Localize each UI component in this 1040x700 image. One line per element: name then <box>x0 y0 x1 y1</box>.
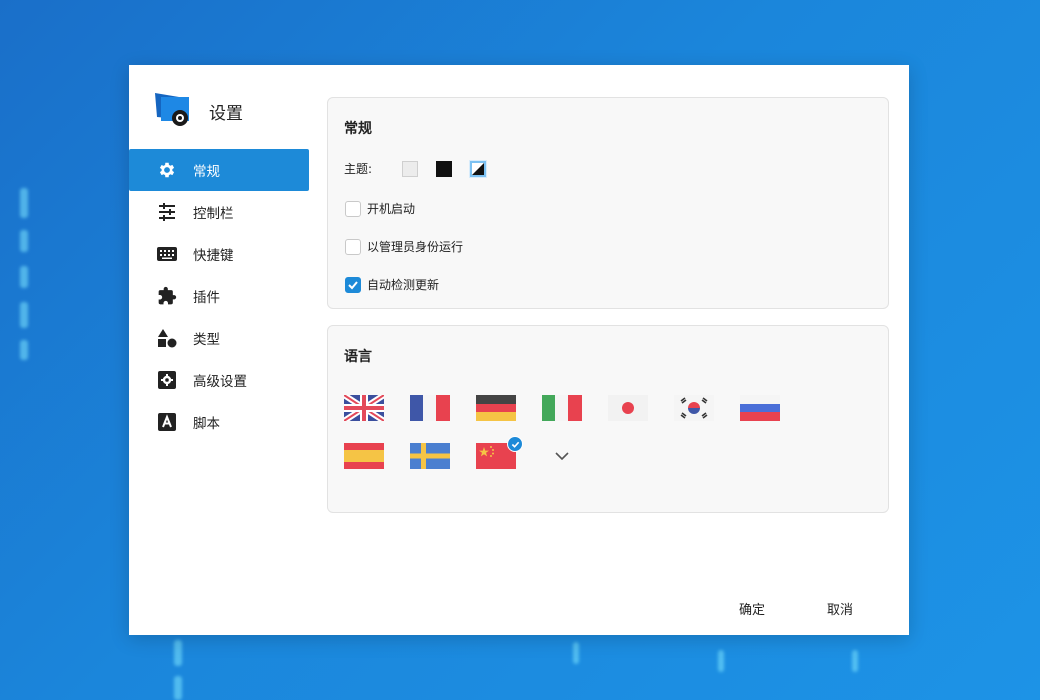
language-panel: 语言 <box>327 325 889 513</box>
flag-japan[interactable] <box>608 395 648 421</box>
settings-dialog: 设置 常规 控制栏 快捷键 插件 类型 高级设置 脚本 常规 主题: 开机启动 … <box>129 65 909 635</box>
background-glow <box>852 650 858 672</box>
sidebar-item-control-bar[interactable]: 控制栏 <box>129 191 309 233</box>
sidebar-item-label: 快捷键 <box>193 248 234 264</box>
more-languages-button[interactable] <box>542 443 582 469</box>
background-glow <box>573 642 579 664</box>
sidebar-item-label: 控制栏 <box>193 206 234 222</box>
sliders-icon <box>157 202 177 222</box>
shapes-icon <box>157 328 177 348</box>
sidebar-item-label: 常规 <box>193 164 220 180</box>
flag-korea[interactable] <box>674 395 714 421</box>
theme-row: 主题: <box>344 160 487 177</box>
checkmark-icon <box>348 280 358 289</box>
background-glow <box>20 266 28 288</box>
flag-france[interactable] <box>410 395 450 421</box>
background-glow <box>20 230 28 252</box>
sidebar-item-general[interactable]: 常规 <box>129 149 309 191</box>
general-panel: 常规 主题: 开机启动 以管理员身份运行 自动检测更新 <box>327 97 889 309</box>
puzzle-icon <box>157 286 177 306</box>
background-glow <box>20 188 28 218</box>
option-run-as-admin[interactable]: 以管理员身份运行 <box>345 238 463 255</box>
option-auto-update[interactable]: 自动检测更新 <box>345 276 439 293</box>
sidebar-item-shortcuts[interactable]: 快捷键 <box>129 233 309 275</box>
option-label: 以管理员身份运行 <box>367 240 464 254</box>
sidebar-item-label: 插件 <box>193 290 220 306</box>
sidebar-item-label: 高级设置 <box>193 374 247 390</box>
flag-china[interactable] <box>476 436 523 469</box>
selected-check-icon <box>507 436 523 452</box>
general-title: 常规 <box>344 121 372 137</box>
background-glow <box>718 650 724 672</box>
background-glow <box>20 302 28 328</box>
option-label: 开机启动 <box>367 202 416 216</box>
page-title: 设置 <box>209 103 243 124</box>
flag-russia[interactable] <box>740 395 780 421</box>
sidebar-item-scripts[interactable]: 脚本 <box>129 401 309 443</box>
option-label: 自动检测更新 <box>367 278 440 292</box>
cancel-button[interactable]: 取消 <box>827 599 853 618</box>
sidebar-item-label: 脚本 <box>193 416 220 432</box>
flag-sweden[interactable] <box>410 443 450 469</box>
flag-germany[interactable] <box>476 395 516 421</box>
theme-auto-swatch[interactable] <box>470 160 487 177</box>
gear-icon <box>157 160 177 180</box>
app-logo-icon <box>153 91 193 131</box>
language-title: 语言 <box>344 349 372 365</box>
auto-update-checkbox[interactable] <box>345 276 361 293</box>
option-autostart[interactable]: 开机启动 <box>345 200 415 217</box>
background-glow <box>174 676 182 700</box>
sidebar-item-types[interactable]: 类型 <box>129 317 309 359</box>
flag-spain[interactable] <box>344 443 384 469</box>
flag-grid <box>344 395 806 491</box>
sidebar-item-advanced[interactable]: 高级设置 <box>129 359 309 401</box>
flag-uk[interactable] <box>344 395 384 421</box>
run-as-admin-checkbox[interactable] <box>345 238 361 255</box>
sidebar-item-plugins[interactable]: 插件 <box>129 275 309 317</box>
keyboard-icon <box>157 244 177 264</box>
sidebar-nav: 常规 控制栏 快捷键 插件 类型 高级设置 脚本 <box>129 149 309 443</box>
ok-button[interactable]: 确定 <box>739 599 765 618</box>
autostart-checkbox[interactable] <box>345 200 361 217</box>
sidebar-item-label: 类型 <box>193 332 220 348</box>
theme-label: 主题: <box>344 162 373 176</box>
theme-light-swatch[interactable] <box>402 160 419 177</box>
background-glow <box>174 640 182 666</box>
advanced-gear-icon <box>157 370 177 390</box>
chevron-down-icon <box>555 452 569 460</box>
script-icon <box>157 412 177 432</box>
background-glow <box>20 340 28 360</box>
flag-italy[interactable] <box>542 395 582 421</box>
app-brand: 设置 <box>153 91 243 131</box>
theme-dark-swatch[interactable] <box>436 160 453 177</box>
